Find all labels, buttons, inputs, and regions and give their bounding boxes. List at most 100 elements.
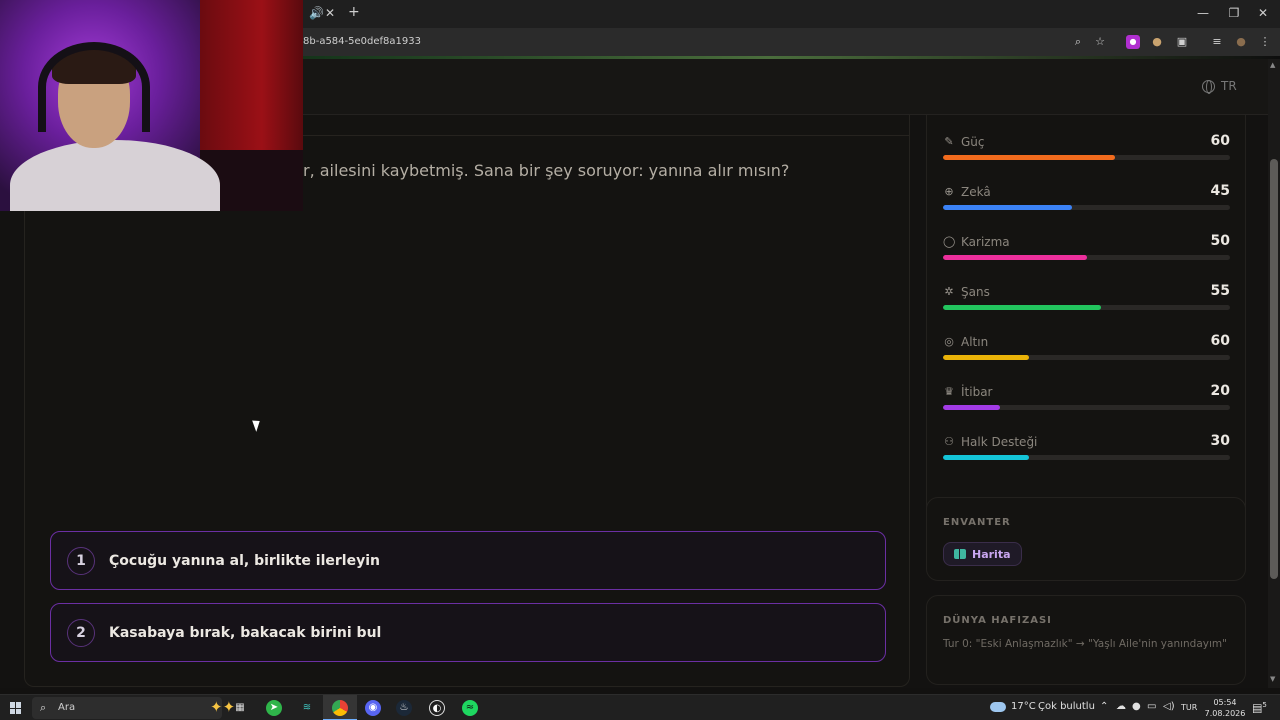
weather-temp[interactable]: 17°C xyxy=(1011,701,1036,712)
stat-row-1: ⊕ Zekâ 45 xyxy=(943,183,1230,215)
tray-chevron-icon[interactable]: ⌃ xyxy=(1100,701,1108,712)
choice-number: 2 xyxy=(67,618,95,647)
stat-name: Halk Desteği xyxy=(961,435,1038,449)
discord-icon[interactable]: ◉ xyxy=(365,700,381,716)
inventory-title: ENVANTER xyxy=(943,517,1011,528)
stat-name: Zekâ xyxy=(961,185,991,199)
inventory-card: ENVANTER Harita xyxy=(926,497,1246,581)
app-teal-icon[interactable]: ≋ xyxy=(299,700,315,716)
stat-bar-track xyxy=(943,455,1230,460)
tray-mic-icon[interactable]: ● xyxy=(1132,701,1141,712)
stat-name: Karizma xyxy=(961,235,1010,249)
stat-row-0: ✎ Güç 60 xyxy=(943,133,1230,165)
windows-start-icon[interactable] xyxy=(10,702,22,714)
stat-bar-fill xyxy=(943,305,1101,310)
stat-bar-fill xyxy=(943,355,1030,360)
window-restore-button[interactable]: ❐ xyxy=(1224,6,1244,20)
windows-taskbar: ⌕ Ara ✦✦ ▦ ➤ ≋ ◉ ♨ ◐ ≈ 17°C Çok bulutlu … xyxy=(0,694,1280,720)
inventory-item[interactable]: Harita xyxy=(943,542,1022,566)
stat-bar-track xyxy=(943,255,1230,260)
new-tab-button[interactable]: + xyxy=(348,4,360,20)
obs-icon[interactable]: ◐ xyxy=(429,700,445,716)
stat-value: 60 xyxy=(1210,133,1230,149)
stat-row-2: ◯ Karizma 50 xyxy=(943,233,1230,265)
clover-icon: ✲ xyxy=(944,285,954,298)
tray-monitor-icon[interactable]: ▭ xyxy=(1147,701,1156,712)
app-green-icon[interactable]: ➤ xyxy=(266,700,282,716)
page-scrollbar[interactable]: ▲ ▼ xyxy=(1268,59,1280,688)
stat-row-3: ✲ Şans 55 xyxy=(943,283,1230,315)
brain-icon: ⊕ xyxy=(944,185,954,198)
stat-bar-fill xyxy=(943,155,1116,160)
search-placeholder: Ara xyxy=(58,702,76,713)
tray-network-icon[interactable]: ☁ xyxy=(1116,701,1126,712)
webcam-overlay xyxy=(0,0,303,211)
taskbar-clock[interactable]: 05:54 7.08.2026 xyxy=(1204,697,1246,719)
taskbar-search[interactable]: ⌕ Ara ✦✦ xyxy=(32,697,235,719)
puzzle-icon[interactable]: ▣ xyxy=(1175,35,1189,49)
menu-icon[interactable]: ⋮ xyxy=(1258,35,1272,49)
tab-audio-icon[interactable]: 🔊 xyxy=(309,6,324,20)
tray-volume-icon[interactable]: ◁) xyxy=(1163,701,1175,712)
inventory-item-label: Harita xyxy=(972,547,1011,561)
stat-value: 45 xyxy=(1210,183,1230,199)
stat-row-5: ♛ İtibar 20 xyxy=(943,383,1230,415)
chrome-icon[interactable] xyxy=(332,700,348,716)
stat-name: İtibar xyxy=(961,385,993,399)
extension-icon[interactable]: ● xyxy=(1126,35,1140,49)
stat-value: 50 xyxy=(1210,233,1230,249)
window-close-button[interactable]: ✕ xyxy=(1253,6,1273,20)
language-label: TR xyxy=(1221,79,1237,93)
speech-icon: ◯ xyxy=(943,235,956,248)
stat-bar-fill xyxy=(943,405,1001,410)
clock-date: 7.08.2026 xyxy=(1204,709,1246,718)
stat-value: 60 xyxy=(1210,333,1230,349)
star-icon[interactable]: ☆ xyxy=(1093,35,1107,49)
media-icon[interactable]: ≡ xyxy=(1210,35,1224,49)
coin-icon: ◎ xyxy=(944,335,954,348)
notification-count: 5 xyxy=(1262,701,1267,709)
window-minimize-button[interactable]: — xyxy=(1193,6,1213,20)
avatar-icon[interactable]: ● xyxy=(1234,35,1248,49)
webcam-curtain xyxy=(200,0,303,160)
clock-time: 05:54 xyxy=(1213,698,1237,707)
zoom-icon[interactable]: ⌕ xyxy=(1071,35,1085,49)
tray-language[interactable]: TUR xyxy=(1181,703,1197,712)
weather-icon xyxy=(990,702,1006,712)
stats-card: ✎ Güç 60 ⊕ Zekâ 45 ◯ Karizma 50 ✲ Şans 55 ◎ Altın 60 ♛ İ… xyxy=(926,115,1246,543)
stat-bar-track xyxy=(943,405,1230,410)
weather-desc[interactable]: Çok bulutlu xyxy=(1038,701,1095,712)
choice-button-2[interactable]: 2 Kasabaya bırak, bakacak birini bul xyxy=(50,603,886,662)
scroll-thumb[interactable] xyxy=(1270,159,1278,579)
webcam-headset xyxy=(38,42,150,132)
spotify-icon[interactable]: ≈ xyxy=(462,700,478,716)
choice-label: Çocuğu yanına al, birlikte ilerleyin xyxy=(109,552,380,569)
stat-row-4: ◎ Altın 60 xyxy=(943,333,1230,365)
scroll-down-icon[interactable]: ▼ xyxy=(1270,675,1275,683)
stat-bar-track xyxy=(943,155,1230,160)
world-memory-card: DÜNYA HAFIZASI Tur 0: "Eski Anlaşmazlık"… xyxy=(926,595,1246,685)
globe-icon xyxy=(1202,79,1215,94)
profile-icon[interactable]: ● xyxy=(1150,35,1164,49)
stat-value: 30 xyxy=(1210,433,1230,449)
stat-bar-fill xyxy=(943,205,1073,210)
stat-bar-track xyxy=(943,355,1230,360)
stat-row-6: ⚇ Halk Desteği 30 xyxy=(943,433,1230,465)
screen: 🔊 ✕ + — ❐ ✕ 8b-a584-5e0def8a1933 ⌕ ☆ ● ●… xyxy=(0,0,1280,720)
story-text: r, ailesini kaybetmiş. Sana bir şey soru… xyxy=(303,161,790,180)
stat-name: Altın xyxy=(961,335,989,349)
steam-icon[interactable]: ♨ xyxy=(396,700,412,716)
choice-button-1[interactable]: 1 Çocuğu yanına al, birlikte ilerleyin xyxy=(50,531,886,590)
stat-bar-track xyxy=(943,305,1230,310)
stat-bar-track xyxy=(943,205,1230,210)
language-switch[interactable]: TR xyxy=(1202,79,1237,94)
book-icon xyxy=(954,549,966,559)
power-icon: ✎ xyxy=(944,135,954,148)
url-field[interactable]: 8b-a584-5e0def8a1933 xyxy=(303,36,421,47)
task-view-icon[interactable]: ▦ xyxy=(232,700,248,716)
scroll-up-icon[interactable]: ▲ xyxy=(1270,61,1275,69)
tab-close-button[interactable]: ✕ xyxy=(325,6,335,20)
notification-icon[interactable]: ▤5 xyxy=(1252,701,1267,715)
stat-value: 20 xyxy=(1210,383,1230,399)
stat-name: Güç xyxy=(961,135,985,149)
